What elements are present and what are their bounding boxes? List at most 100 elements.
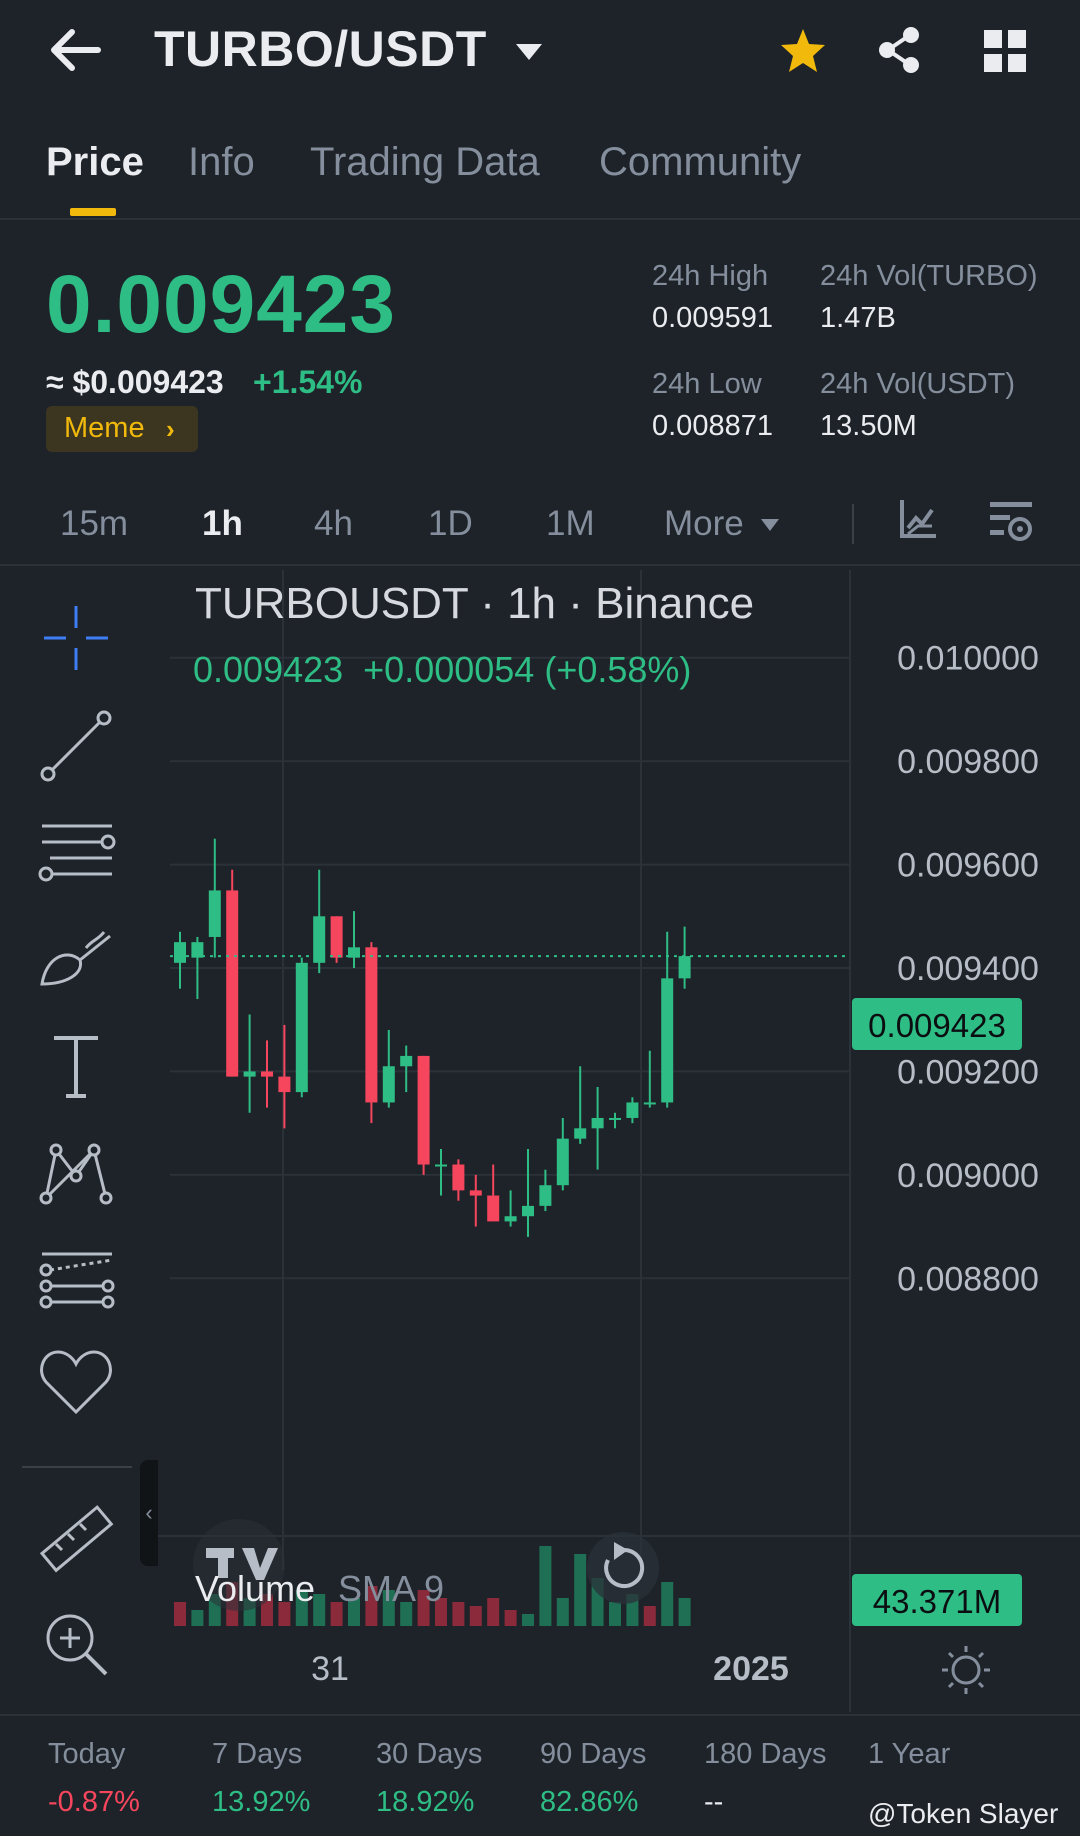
return-value-30d: 18.92% [376,1786,475,1818]
candle-up [295,962,308,1093]
volume-bar-down [469,1606,482,1626]
return-value-today: -0.87% [48,1786,140,1818]
last-price-badge-label: 0.009423 [868,1007,1006,1044]
candle-up [208,890,221,937]
ruler-icon[interactable] [36,1498,116,1578]
candle-down [417,1055,430,1165]
candle-up [382,1066,395,1103]
return-label-1y[interactable]: 1 Year [868,1738,950,1771]
chart-theme-icon[interactable] [942,1646,990,1694]
star-icon[interactable] [778,26,828,76]
stat-24h-vol-quote-label: 24h Vol(USDT) [820,368,1016,400]
trend-line-icon[interactable] [36,706,116,786]
projection-icon[interactable] [36,1238,116,1318]
candle-up [678,956,691,979]
interval-1m[interactable]: 1M [546,504,595,544]
chevron-right-icon: › [166,414,175,444]
return-label-180d[interactable]: 180 Days [704,1738,827,1771]
favorites-heart-icon[interactable] [36,1342,116,1422]
volume-bar-down [643,1606,656,1626]
indicator-chart-icon[interactable] [898,498,938,540]
return-label-90d[interactable]: 90 Days [540,1738,646,1771]
candle-up [643,1102,656,1105]
y-tick-label: 0.009000 [897,1157,1039,1195]
price-chart[interactable]: 0.010000 0.009800 0.009600 0.009400 0.009200… [158,570,1080,1712]
caret-down-icon[interactable] [514,42,544,62]
candle-down [330,916,343,958]
price-change-percent: +1.54% [253,364,363,400]
category-tag-label: Meme [64,412,145,444]
volume-bar-down [174,1602,186,1626]
interval-4h[interactable]: 4h [314,504,353,544]
chart-legend-values: 0.009423 +0.000054 (+0.58%) [193,649,691,690]
interval-1h[interactable]: 1h [202,504,243,544]
interval-15m[interactable]: 15m [60,504,128,544]
back-arrow-icon[interactable] [46,26,102,74]
volume-bar-up [661,1582,674,1626]
return-value-180d: -- [704,1786,724,1818]
interval-more[interactable]: More [664,504,744,544]
volume-bar-up [574,1554,587,1626]
volume-bar-up [678,1598,691,1626]
y-tick-label: 0.009400 [897,950,1039,988]
share-icon[interactable] [876,26,922,74]
return-label-today[interactable]: Today [48,1738,125,1771]
caret-down-icon[interactable] [760,518,780,532]
return-label-30d[interactable]: 30 Days [376,1738,482,1771]
category-tag[interactable]: Meme › [46,406,198,452]
period-returns: Today -0.87% 7 Days 13.92% 30 Days 18.92… [0,1714,1080,1836]
y-tick-label: 0.008800 [897,1260,1039,1298]
stat-24h-high-label: 24h High [652,260,769,292]
collapse-toolbar-handle[interactable]: ‹ [140,1460,158,1566]
reset-chart-icon[interactable] [587,1532,659,1604]
tab-community[interactable]: Community [599,140,801,185]
volume-bar-down [452,1602,465,1626]
top-bar: TURBO/USDT [0,0,1080,104]
stat-24h-vol-base-value: 1.47B [820,302,896,334]
y-tick-label: 0.009200 [897,1053,1039,1091]
candle-down [469,1190,482,1196]
return-label-7d[interactable]: 7 Days [212,1738,302,1771]
stat-24h-high-value: 0.009591 [652,302,773,334]
candle-up [174,942,186,963]
candle-down [452,1164,465,1191]
candlestick-chart-svg[interactable]: 0.010000 0.009800 0.009600 0.009400 0.009200… [158,570,1080,1712]
grid-icon[interactable] [984,30,1026,72]
volume-label: Volume [195,1568,315,1609]
tab-price[interactable]: Price [46,140,144,185]
volume-bar-down [504,1610,517,1626]
candle-up [504,1216,517,1222]
candle-up [591,1117,604,1129]
crosshair-icon[interactable] [36,598,116,678]
return-value-7d: 13.92% [212,1786,311,1818]
stat-24h-low-value: 0.008871 [652,410,773,442]
text-tool-icon[interactable] [36,1026,116,1106]
tab-info[interactable]: Info [188,140,255,185]
chart-settings-icon[interactable] [988,500,1034,544]
return-value-90d: 82.86% [540,1786,639,1818]
toolbar-divider [22,1466,132,1468]
stat-24h-vol-quote-value: 13.50M [820,410,917,442]
volume-bar-up [609,1602,621,1626]
candle-down [365,947,378,1103]
candle-up [556,1138,569,1186]
candle-up [400,1055,413,1067]
tab-trading-data[interactable]: Trading Data [310,140,540,185]
candle-up [243,1071,256,1077]
interval-1d[interactable]: 1D [428,504,473,544]
chart-title: TURBOUSDT · 1h · Binance [195,579,754,628]
last-price-badge: 0.009423 [852,998,1022,1050]
brush-icon[interactable] [36,918,116,998]
zoom-in-icon[interactable] [36,1604,116,1684]
candle-down [487,1195,500,1222]
pattern-icon[interactable] [36,1132,116,1212]
candle-up [435,1164,447,1167]
drawing-toolbar: ‹ [0,570,158,1712]
candle-up [539,1185,552,1206]
x-tick-31: 31 [311,1650,349,1688]
fib-levels-icon[interactable] [36,810,116,890]
y-tick-label: 0.009800 [897,743,1039,781]
interval-selector: 15m 1h 4h 1D 1M More [0,494,1080,566]
divider [852,504,854,544]
pair-title[interactable]: TURBO/USDT [154,20,487,78]
